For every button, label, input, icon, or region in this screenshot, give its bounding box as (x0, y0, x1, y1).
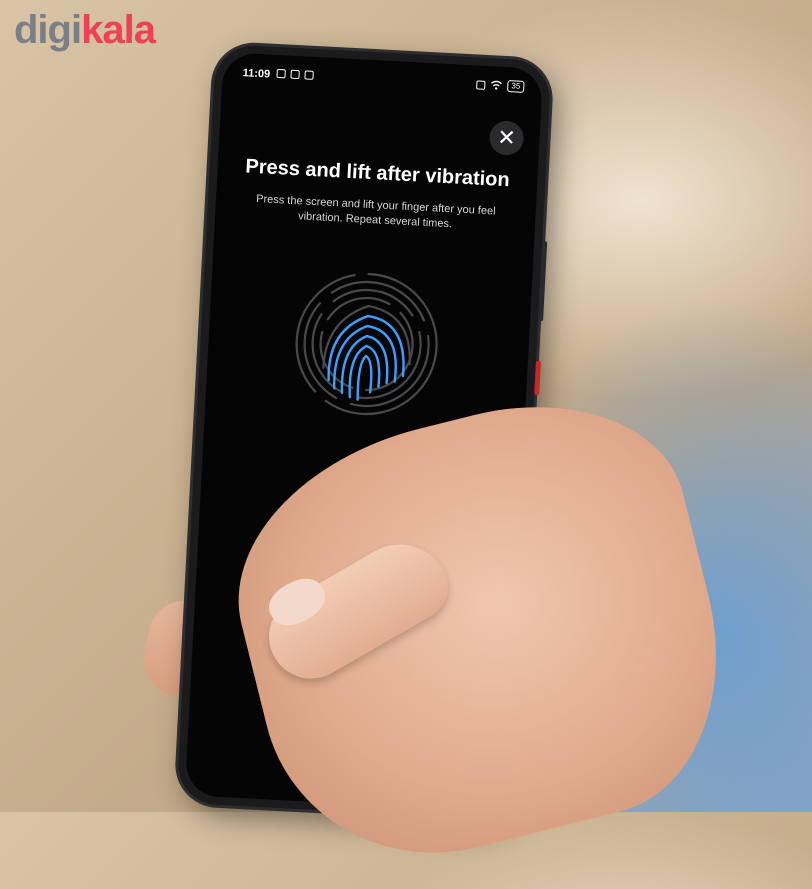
system-icons: 35 (476, 78, 525, 93)
volume-key (538, 241, 548, 322)
battery-icon: 35 (507, 80, 525, 93)
wifi-icon (491, 80, 502, 90)
status-bar: 11:09 35 (242, 65, 525, 98)
fingerprint-icon (295, 272, 438, 416)
gallery-icon (290, 69, 300, 80)
sim-icon (476, 79, 486, 90)
close-icon: ✕ (496, 124, 517, 151)
page-subtitle: Press the screen and lift your finger af… (255, 193, 496, 231)
app-icon (304, 70, 314, 80)
notification-icons (276, 68, 314, 80)
status-time: 11:09 (242, 67, 271, 81)
page-title: Press and lift after vibration (244, 155, 511, 192)
brand-logo: digikala (14, 8, 156, 53)
close-button[interactable]: ✕ (488, 120, 525, 156)
power-key (534, 360, 541, 396)
brand-logo-part2: kala (81, 8, 156, 52)
alarm-icon (276, 68, 286, 79)
brand-logo-part1: digi (14, 8, 82, 52)
